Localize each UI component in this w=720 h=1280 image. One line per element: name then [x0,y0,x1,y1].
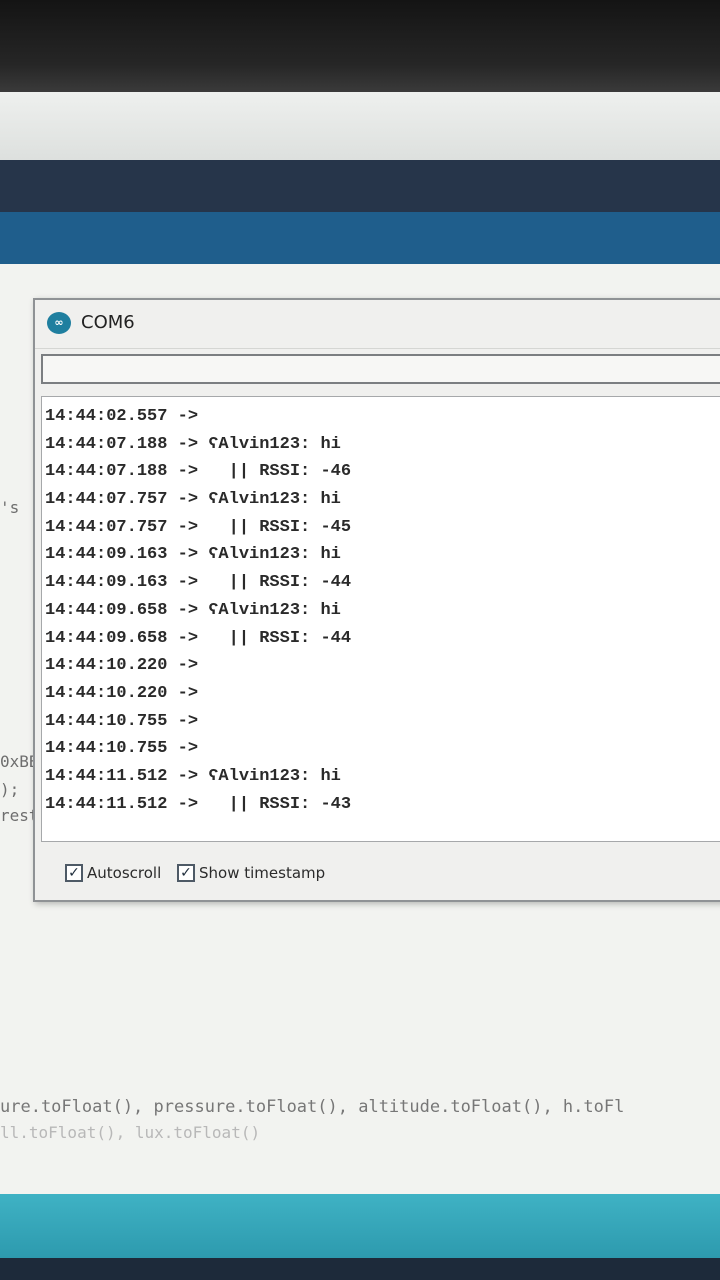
ide-status-bar [0,1194,720,1258]
serial-log-line: 14:44:09.163 -> ʕAlvin123: hi [45,545,341,565]
ide-menu-strip [0,92,720,160]
window-title-bar[interactable]: ∞ COM6 [35,300,720,349]
serial-log-line: 14:44:07.188 -> ʕAlvin123: hi [45,434,341,454]
ide-header-band [0,160,720,212]
serial-log-line: 14:44:07.757 -> || RSSI: -45 [45,517,352,537]
serial-footer: ✓ Autoscroll ✓ Show timestamp [35,848,720,898]
serial-monitor-window: ∞ COM6 14:44:02.557 -> 14:44:07.188 -> ʕA… [33,298,720,902]
window-title: COM6 [81,312,135,333]
show-timestamp-checkbox[interactable]: ✓ [177,864,195,882]
serial-log-line: 14:44:11.512 -> ʕAlvin123: hi [45,766,341,786]
serial-log-line: 14:44:10.220 -> [45,656,199,676]
autoscroll-toggle[interactable]: ✓ Autoscroll [65,862,161,884]
arduino-icon: ∞ [47,312,71,334]
serial-log-line: 14:44:07.188 -> || RSSI: -46 [45,462,352,482]
serial-log-line: 14:44:07.757 -> ʕAlvin123: hi [45,490,341,510]
show-timestamp-label: Show timestamp [199,864,326,882]
serial-log-line: 14:44:09.658 -> ʕAlvin123: hi [45,600,341,620]
autoscroll-checkbox[interactable]: ✓ [65,864,83,882]
serial-output[interactable]: 14:44:02.557 -> 14:44:07.188 -> ʕAlvin123… [41,396,720,842]
serial-send-input[interactable] [41,354,720,384]
code-line: ll.toFloat(), lux.toFloat() [0,1123,261,1142]
serial-log-line: 14:44:10.220 -> [45,683,199,703]
ide-console-band [0,1258,720,1280]
monitor-bezel [0,0,720,92]
serial-log-line: 14:44:09.163 -> || RSSI: -44 [45,573,352,593]
serial-log-line: 14:44:10.755 -> [45,711,199,731]
code-line: ure.toFloat(), pressure.toFloat(), altit… [0,1097,625,1117]
serial-log: 14:44:02.557 -> 14:44:07.188 -> ʕAlvin123… [42,397,720,818]
ide-toolbar-band [0,212,720,264]
code-fragment: ); [0,780,20,799]
show-timestamp-toggle[interactable]: ✓ Show timestamp [177,862,325,884]
serial-log-line: 14:44:09.658 -> || RSSI: -44 [45,628,352,648]
serial-log-line: 14:44:02.557 -> [45,407,199,426]
serial-log-line: 14:44:10.755 -> [45,739,199,759]
serial-log-line: 14:44:11.512 -> || RSSI: -43 [45,794,352,814]
code-fragment: 's [0,498,20,517]
autoscroll-label: Autoscroll [87,864,162,882]
